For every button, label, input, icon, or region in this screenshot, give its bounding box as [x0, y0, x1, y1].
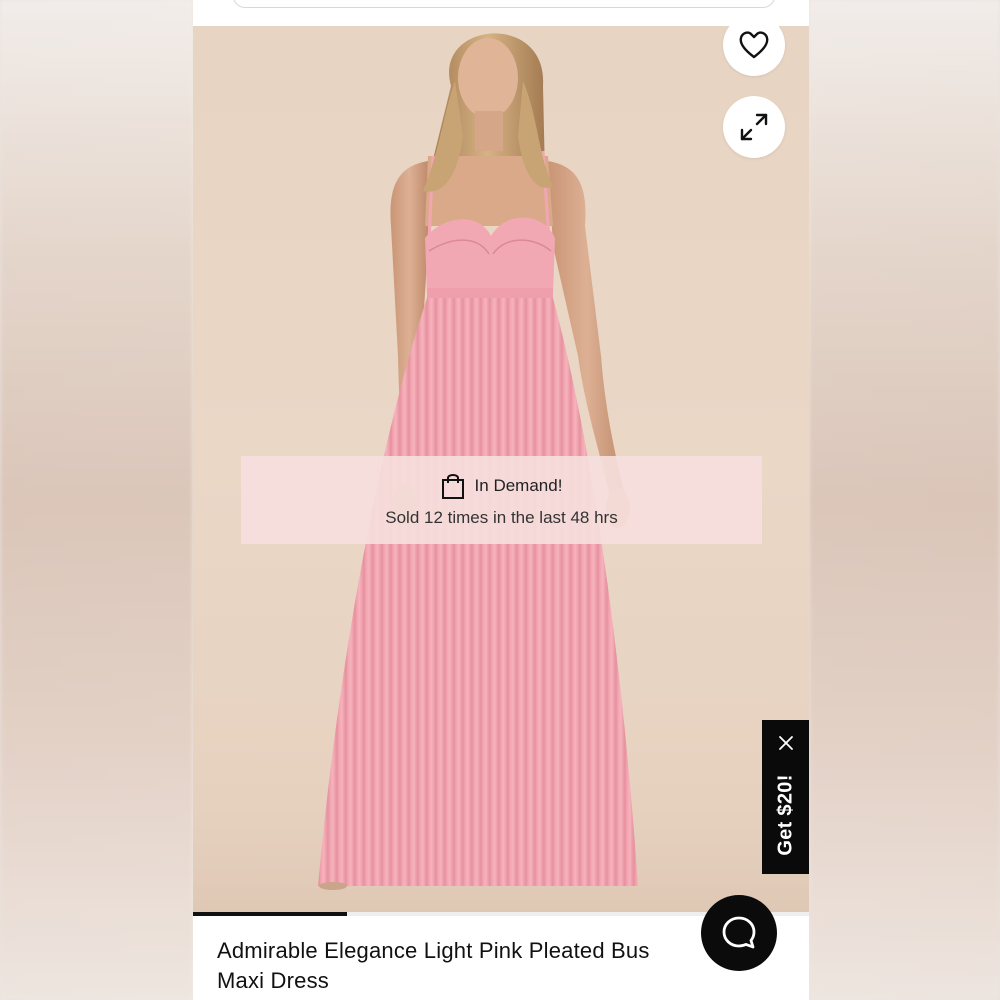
gallery-progress-fill	[193, 912, 347, 916]
in-demand-header: In Demand!	[441, 472, 563, 500]
in-demand-subtitle: Sold 12 times in the last 48 hrs	[385, 508, 618, 527]
promo-close-button[interactable]	[762, 728, 809, 758]
chat-button[interactable]	[701, 895, 777, 971]
top-bar	[193, 0, 809, 26]
background-blur-right	[809, 0, 1000, 1000]
in-demand-badge: In Demand! Sold 12 times in the last 48 …	[241, 456, 762, 544]
product-title: Admirable Elegance Light Pink Pleated Bu…	[217, 936, 737, 996]
chat-bubble-icon	[722, 916, 756, 949]
product-title-line2: Maxi Dress	[217, 968, 330, 993]
close-icon	[778, 736, 793, 750]
shopping-bag-icon	[441, 474, 464, 499]
search-bar-edge[interactable]	[233, 0, 775, 8]
product-title-line1: Admirable Elegance Light Pink Pleated Bu…	[217, 938, 650, 963]
heart-icon	[739, 31, 769, 59]
product-image[interactable]: In Demand! Sold 12 times in the last 48 …	[193, 26, 809, 914]
background-blur-left	[0, 0, 193, 1000]
expand-image-button[interactable]	[723, 96, 785, 158]
product-page: In Demand! Sold 12 times in the last 48 …	[193, 0, 809, 1000]
promo-tab[interactable]: Get $20!	[762, 720, 809, 874]
in-demand-title: In Demand!	[474, 476, 563, 495]
promo-label[interactable]: Get $20!	[774, 774, 797, 855]
expand-arrows-icon	[740, 113, 768, 141]
